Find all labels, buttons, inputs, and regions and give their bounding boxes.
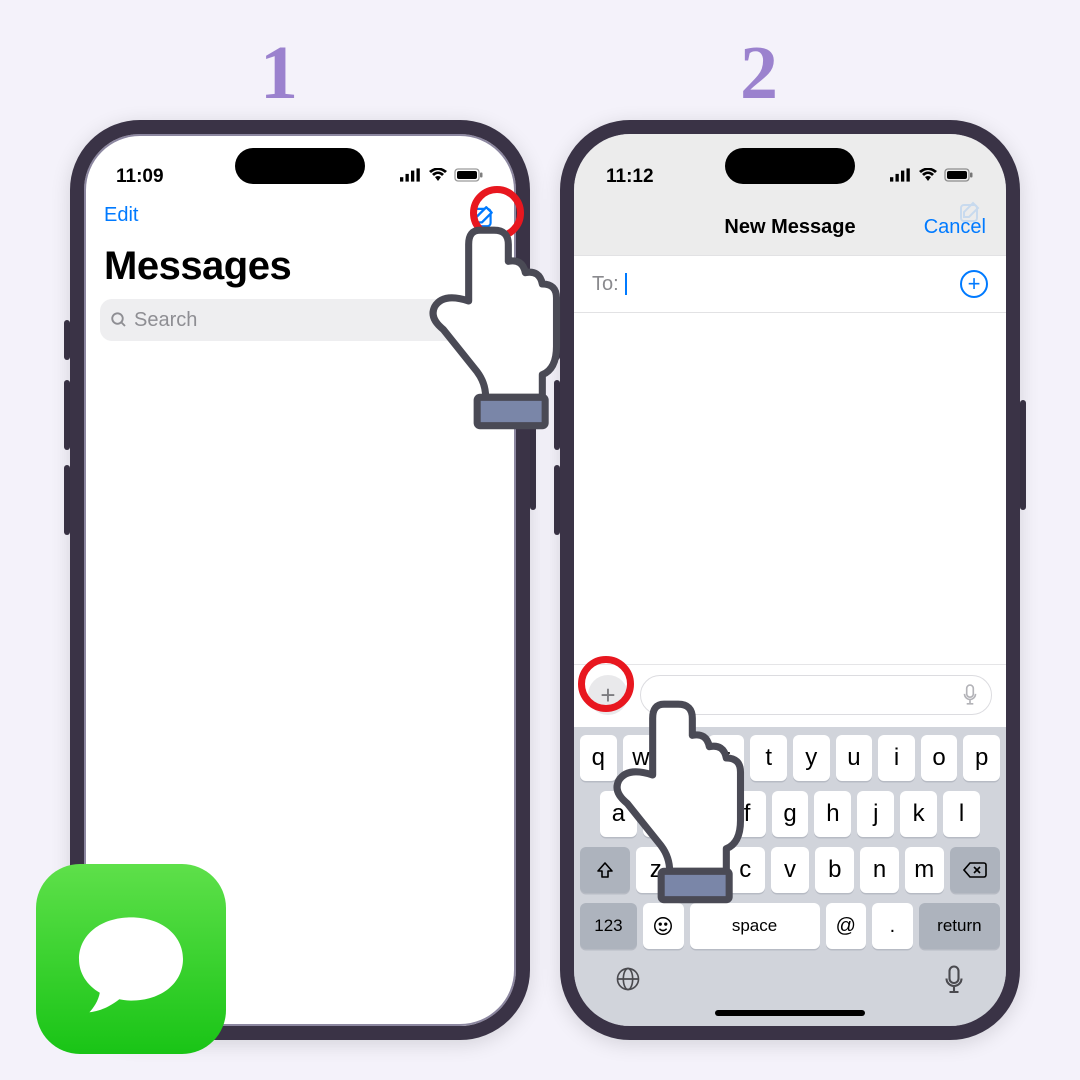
key-t[interactable]: t	[750, 735, 787, 781]
key-m[interactable]: m	[905, 847, 944, 893]
compose-button[interactable]	[470, 204, 496, 236]
key-w[interactable]: w	[623, 735, 660, 781]
key-o[interactable]: o	[921, 735, 958, 781]
home-indicator[interactable]	[715, 1010, 865, 1016]
dynamic-island	[235, 148, 365, 184]
key-z[interactable]: z	[636, 847, 675, 893]
globe-key[interactable]	[614, 965, 642, 1000]
page-title: Messages	[84, 240, 516, 299]
cancel-button[interactable]: Cancel	[924, 216, 986, 239]
status-time: 11:12	[606, 166, 654, 188]
at-key[interactable]: @	[826, 903, 867, 949]
add-contact-button[interactable]: +	[960, 270, 988, 298]
backspace-key[interactable]	[950, 847, 1000, 893]
key-n[interactable]: n	[860, 847, 899, 893]
emoji-key[interactable]	[643, 903, 684, 949]
key-i[interactable]: i	[878, 735, 915, 781]
key-l[interactable]: l	[943, 791, 980, 837]
key-a[interactable]: a	[600, 791, 637, 837]
key-f[interactable]: f	[729, 791, 766, 837]
key-e[interactable]: e	[665, 735, 702, 781]
key-k[interactable]: k	[900, 791, 937, 837]
attach-plus-button[interactable]: +	[588, 675, 628, 715]
key-p[interactable]: p	[963, 735, 1000, 781]
key-r[interactable]: r	[708, 735, 745, 781]
mic-key[interactable]	[942, 965, 966, 1000]
search-input[interactable]: Search	[100, 299, 500, 341]
key-j[interactable]: j	[857, 791, 894, 837]
message-input[interactable]	[640, 675, 992, 715]
wifi-icon	[918, 166, 938, 188]
key-d[interactable]: d	[686, 791, 723, 837]
dictate-icon[interactable]	[961, 684, 979, 706]
step-number-2: 2	[740, 30, 778, 117]
shift-key[interactable]	[580, 847, 630, 893]
dot-key[interactable]: .	[872, 903, 913, 949]
search-placeholder: Search	[134, 309, 197, 332]
battery-icon	[944, 166, 974, 188]
return-key[interactable]: return	[919, 903, 1000, 949]
step-number-1: 1	[260, 30, 298, 117]
to-label: To:	[592, 273, 619, 296]
numbers-key[interactable]: 123	[580, 903, 637, 949]
key-c[interactable]: c	[726, 847, 765, 893]
to-field[interactable]: To: +	[574, 255, 1006, 313]
edit-button[interactable]: Edit	[104, 204, 138, 236]
dynamic-island	[725, 148, 855, 184]
cellular-icon	[400, 166, 422, 188]
text-cursor	[625, 273, 627, 295]
key-h[interactable]: h	[814, 791, 851, 837]
messages-app-icon	[36, 864, 226, 1054]
tutorial-step-2: 11:12 New Message	[560, 120, 1020, 1040]
cellular-icon	[890, 166, 912, 188]
key-q[interactable]: q	[580, 735, 617, 781]
key-g[interactable]: g	[772, 791, 809, 837]
status-time: 11:09	[116, 166, 164, 188]
key-b[interactable]: b	[815, 847, 854, 893]
key-u[interactable]: u	[836, 735, 873, 781]
key-s[interactable]: s	[643, 791, 680, 837]
keyboard: qwertyuiop asdfghjkl zxcvbnm 123 space @…	[574, 727, 1006, 1026]
space-key[interactable]: space	[690, 903, 820, 949]
phone-frame: 11:12 New Message	[560, 120, 1020, 1040]
key-v[interactable]: v	[771, 847, 810, 893]
battery-icon	[454, 166, 484, 188]
key-x[interactable]: x	[681, 847, 720, 893]
wifi-icon	[428, 166, 448, 188]
key-y[interactable]: y	[793, 735, 830, 781]
